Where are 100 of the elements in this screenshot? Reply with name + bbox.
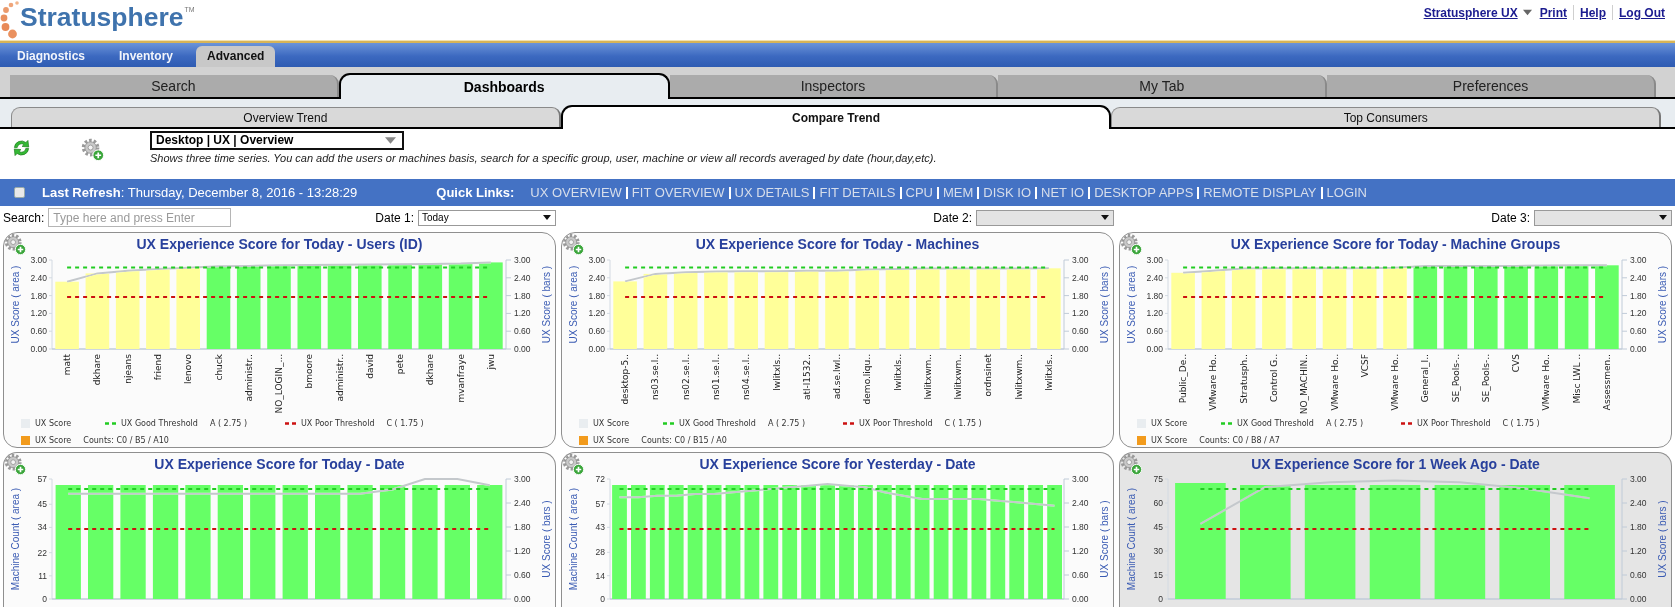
axis-tick-label: 1.20: [514, 546, 531, 556]
axis-tick-label: 0.60: [1630, 570, 1647, 580]
quick-link[interactable]: DISK IO: [983, 182, 1031, 203]
category-label: General_I..: [1420, 354, 1431, 403]
dashboard-select[interactable]: Desktop | UX | Overview: [150, 131, 404, 150]
refresh-icon[interactable]: [12, 138, 31, 158]
quick-link[interactable]: MEM: [943, 182, 974, 203]
chart-title: UX Experience Score for Yesterday - Date: [698, 455, 977, 473]
gear-plus-icon[interactable]: [81, 138, 104, 161]
axis-tick-label: 2.40: [1072, 498, 1089, 508]
last-refresh-text: Last Refresh: Thursday, December 8, 2016 - 13:28:29: [42, 183, 358, 202]
legend-label: UX Poor Threshold: [859, 417, 933, 430]
axis-tick-label: 2.40: [588, 272, 605, 283]
legend-label: UX Score: [1151, 434, 1188, 447]
section-tab[interactable]: Search: [10, 75, 339, 97]
axis-tick-label: 0.60: [1630, 326, 1647, 337]
nav-tab[interactable]: Diagnostics: [6, 46, 96, 67]
sub-tab[interactable]: Compare Trend: [560, 105, 1112, 129]
date-select[interactable]: Today: [418, 209, 556, 226]
checkbox[interactable]: [14, 187, 25, 198]
axis-tick-label: 15: [1153, 570, 1163, 580]
axis-tick-label: 2.40: [1630, 498, 1647, 508]
axis-tick-label: 0.60: [514, 570, 531, 580]
category-label: david: [364, 354, 375, 379]
gear-plus-icon[interactable]: [1120, 453, 1142, 475]
quick-link[interactable]: NET IO: [1041, 182, 1085, 203]
quick-link[interactable]: CPU: [905, 182, 933, 203]
axis-tick-label: 72: [595, 474, 605, 484]
category-label: VMware Ho..: [1390, 354, 1400, 411]
nav-tab[interactable]: Advanced: [196, 46, 276, 67]
axis-title: Machine Count ( area ): [1125, 487, 1137, 591]
section-tab[interactable]: Dashboards: [338, 73, 670, 99]
axis-tick-label: 1.80: [1146, 290, 1163, 301]
header-link[interactable]: Print: [1539, 5, 1567, 20]
chart-title: UX Experience Score for Today - Machine Groups: [1229, 235, 1562, 253]
axis-tick-label: 0.60: [1072, 326, 1089, 337]
axis-title: UX Score ( area ): [567, 265, 579, 344]
axis-tick-label: 1.80: [1072, 522, 1089, 532]
legend-note: Counts: C0 / B5 / A10: [83, 434, 169, 447]
caret-icon: [543, 215, 551, 220]
nav-tab[interactable]: Inventory: [108, 46, 185, 67]
gear-plus-icon[interactable]: [562, 233, 584, 255]
axis-tick-label: 14: [595, 570, 605, 581]
logo-text: Stratusphere: [20, 2, 184, 32]
gear-plus-icon[interactable]: [562, 453, 584, 475]
axis-tick-label: 3.00: [514, 474, 531, 484]
section-tab[interactable]: My Tab: [998, 75, 1328, 97]
axis-title: UX Score ( bars ): [1098, 265, 1110, 344]
axis-tick-label: 1.20: [1072, 308, 1089, 319]
axis-tick-label: 0.00: [30, 344, 47, 354]
gear-plus-icon[interactable]: [4, 453, 26, 475]
legend-label: UX Score: [35, 434, 72, 447]
legend-note: A ( 2.75 ): [1325, 417, 1364, 430]
category-label: SE_Pools-..: [1480, 354, 1491, 403]
axis-title: Machine Count ( area ): [9, 487, 21, 591]
category-label: desktop-5..: [620, 354, 631, 405]
sub-tab[interactable]: Overview Trend: [11, 107, 561, 127]
dashboard-description: Shows three time series. You can add the users or machines basis, search for a specific group, user, machine or view all records averaged by date (hour,day,etc).: [150, 152, 937, 165]
axis-title: UX Score ( bars ): [1098, 500, 1110, 578]
category-label: lenovo: [183, 354, 194, 385]
category-label: VMware Ho..: [1329, 354, 1340, 411]
axis-tick-label: 1.80: [588, 290, 605, 301]
category-label: matt: [62, 354, 73, 376]
category-label: Stratusph..: [1238, 354, 1249, 404]
gear-plus-icon[interactable]: [4, 233, 26, 255]
category-label: pete: [395, 354, 406, 375]
search-field[interactable]: Type here and press Enter: [48, 208, 232, 227]
axis-title: UX Score ( area ): [1125, 265, 1137, 344]
header-link[interactable]: Log Out: [1619, 5, 1665, 20]
quick-link[interactable]: REMOTE DISPLAY: [1203, 182, 1317, 203]
legend-label: UX Good Threshold: [679, 417, 756, 430]
category-label: demo.liqu..: [862, 354, 873, 405]
axis-tick-label: 0.60: [1146, 326, 1163, 337]
category-label: ns01.se.l..: [710, 354, 721, 400]
axis-title: UX Score ( bars ): [1656, 500, 1668, 578]
quick-link[interactable]: LOGIN: [1326, 182, 1367, 203]
category-label: VMware Ho..: [1208, 354, 1219, 411]
category-label: administr..: [334, 354, 345, 402]
axis-tick-label: 3.00: [1072, 474, 1089, 484]
legend-note: C ( 1.75 ): [1502, 417, 1540, 430]
axis-tick-label: 2.40: [30, 272, 47, 283]
section-tab[interactable]: Preferences: [1327, 75, 1656, 97]
axis-tick-label: 0: [600, 594, 605, 604]
quick-link[interactable]: UX DETAILS: [734, 182, 810, 203]
axis-tick-label: 1.80: [1072, 290, 1089, 301]
sub-tab[interactable]: Top Consumers: [1111, 107, 1661, 127]
axis-tick-label: 0.60: [588, 326, 605, 337]
axis-tick-label: 0: [1158, 594, 1163, 604]
category-label: dkhare: [92, 354, 103, 386]
axis-tick-label: 3.00: [1630, 474, 1647, 484]
gear-plus-icon[interactable]: [1120, 233, 1142, 255]
axis-title: UX Score ( bars ): [540, 265, 552, 344]
quick-link[interactable]: UX OVERVIEW: [530, 182, 622, 203]
axis-tick-label: 28: [595, 547, 605, 558]
header-link[interactable]: Help: [1580, 5, 1606, 20]
quick-link[interactable]: DESKTOP APPS: [1094, 182, 1194, 203]
chart-title: UX Experience Score for Today - Machines: [694, 235, 981, 253]
axis-title: UX Score ( bars ): [1656, 265, 1668, 344]
section-tab[interactable]: Inspectors: [669, 75, 999, 97]
account-menu-link[interactable]: Stratusphere UX: [1423, 5, 1518, 20]
